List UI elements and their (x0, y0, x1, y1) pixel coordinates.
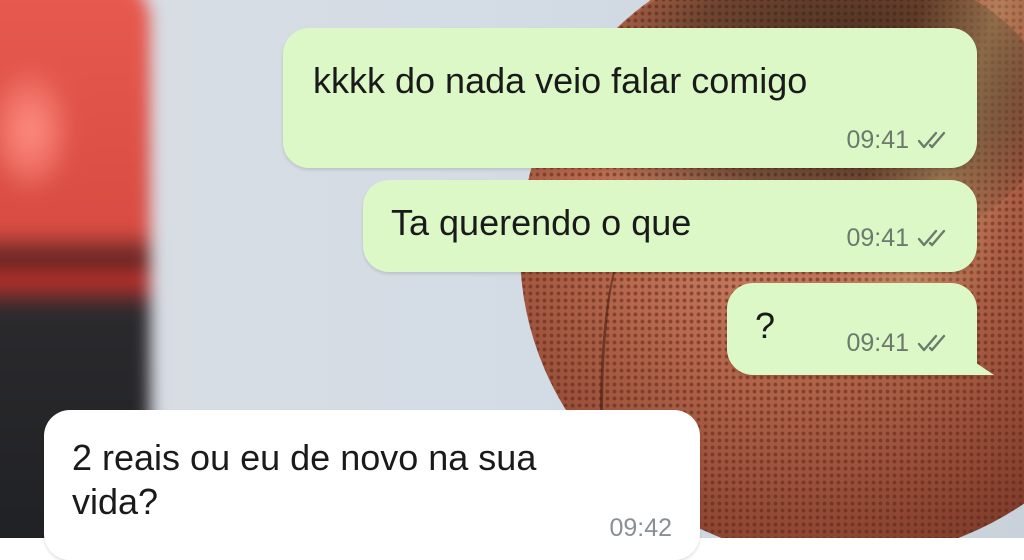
double-check-icon (917, 131, 946, 149)
double-check-icon (917, 334, 946, 352)
message-text: kkkk do nada veio falar comigo (313, 60, 808, 101)
message-time: 09:42 (609, 513, 672, 542)
message-time: 09:41 (846, 328, 909, 357)
message-meta: 09:41 (846, 223, 951, 253)
message-text-line-2: vida? (72, 481, 159, 522)
message-meta: 09:41 (846, 328, 951, 358)
message-text-line-1: 2 reais ou eu de novo na sua (72, 437, 537, 478)
message-meta: 09:42 (609, 513, 672, 543)
bubble-tail (960, 352, 994, 375)
message-text: ? (755, 305, 776, 346)
message-bubble-outgoing[interactable]: ? 09:41 (727, 283, 977, 375)
message-text: Ta querendo o que (391, 202, 692, 243)
message-bubble-outgoing[interactable]: Ta querendo o que 09:41 (363, 180, 977, 272)
message-bubble-outgoing[interactable]: kkkk do nada veio falar comigo 09:41 (283, 28, 977, 168)
message-meta: 09:41 (846, 125, 951, 155)
message-time: 09:41 (846, 125, 909, 154)
double-check-icon (917, 229, 946, 247)
message-time: 09:41 (846, 223, 909, 252)
